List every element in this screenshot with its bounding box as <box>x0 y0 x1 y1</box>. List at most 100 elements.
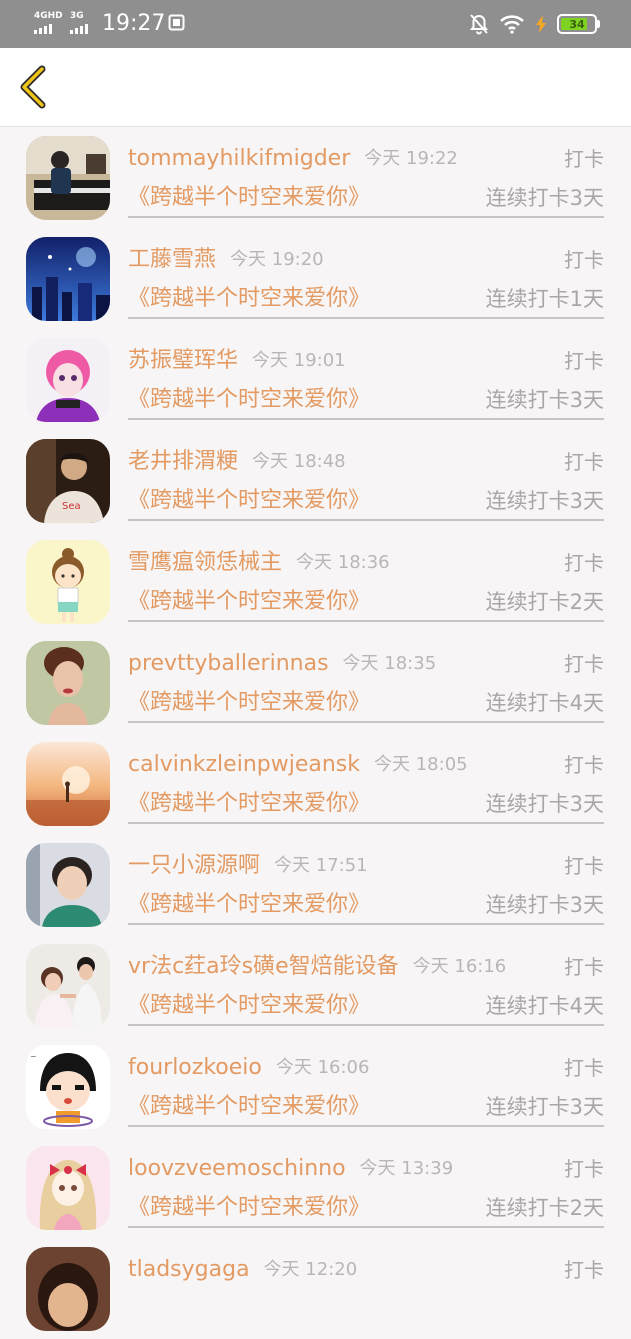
photo-avatar-woman <box>26 641 110 725</box>
photo-avatar-city-night <box>26 237 110 321</box>
book-title-link[interactable]: 《跨越半个时空来爱你》 <box>128 991 370 1021</box>
checkin-time: 今天 16:16 <box>412 956 507 977</box>
book-title-link[interactable]: 《跨越半个时空来爱你》 <box>128 385 370 415</box>
streak-count: 连续打卡4天 <box>485 691 604 715</box>
checkin-action-label: 打卡 <box>564 248 604 272</box>
list-item[interactable]: 一只小源源啊 今天 17:51 打卡《跨越半个时空来爱你》 连续打卡3天 <box>0 834 631 935</box>
checkin-action-label: 打卡 <box>564 147 604 171</box>
list-item[interactable]: 雪鹰瘟领恁械主 今天 18:36 打卡《跨越半个时空来爱你》 连续打卡2天 <box>0 531 631 632</box>
row-divider <box>128 317 604 319</box>
book-title-link[interactable]: 《跨越半个时空来爱你》 <box>128 183 370 213</box>
avatar[interactable] <box>26 540 110 624</box>
user-name-text: 老井排渭粳 <box>128 449 239 474</box>
book-title-link[interactable]: 《跨越半个时空来爱你》 <box>128 1092 370 1122</box>
list-item[interactable]: ~ fourlozkoeio 今天 16:06 打卡 《跨越半个时空来爱你》 连续打卡3天 <box>0 1036 631 1137</box>
nav-bar <box>0 48 631 127</box>
user-name[interactable]: tommayhilkifmigder 今天 19:22 <box>128 144 458 174</box>
photo-avatar-man: Sea <box>26 439 110 523</box>
checkin-time: 今天 18:35 <box>342 653 437 674</box>
avatar[interactable] <box>26 742 110 826</box>
avatar[interactable]: Sea <box>26 439 110 523</box>
signal-bars-icon <box>34 24 52 34</box>
streak-count: 连续打卡3天 <box>485 489 604 513</box>
photo-avatar-couple <box>26 944 110 1028</box>
list-item[interactable]: loovzveemoschinno 今天 13:39 打卡《跨越半个时空来爱你》 连续… <box>0 1137 631 1238</box>
user-name[interactable]: 工藤雪燕 今天 19:20 <box>128 245 324 275</box>
user-name[interactable]: 苏振璧珲华 今天 19:01 <box>128 346 346 376</box>
list-item[interactable]: prevttyballerinnas 今天 18:35 打卡《跨越半个时空来爱你》 连… <box>0 632 631 733</box>
streak-count: 连续打卡2天 <box>485 1196 604 1220</box>
list-item[interactable]: Sea 老井排渭粳 今天 18:48 打卡 《跨越半个时空来爱你》 连续打卡3天 <box>0 430 631 531</box>
user-name[interactable]: tladsygaga 今天 12:20 <box>128 1255 357 1285</box>
checkin-action-label: 打卡 <box>564 854 604 878</box>
list-item[interactable]: tommayhilkifmigder 今天 19:22 打卡《跨越半个时空来爱你》 连… <box>0 127 631 228</box>
checkin-action-label: 打卡 <box>564 1157 604 1181</box>
list-item[interactable]: 工藤雪燕 今天 19:20 打卡 《跨越半个时空来爱你》 连续打卡1天 <box>0 228 631 329</box>
photo-avatar-piano <box>26 136 110 220</box>
list-item[interactable]: 苏振璧珲华 今天 19:01 打卡 《跨越半个时空来爱你》 连续打卡3天 <box>0 329 631 430</box>
checkin-time: 今天 13:39 <box>359 1158 454 1179</box>
streak-count: 连续打卡4天 <box>485 994 604 1018</box>
avatar[interactable]: ~ <box>26 1045 110 1129</box>
user-name-text: 雪鹰瘟领恁械主 <box>128 550 283 575</box>
avatar[interactable] <box>26 641 110 725</box>
user-name-text: vr法c荭a玲s磺e智焙能设备 <box>128 954 399 979</box>
streak-count: 连续打卡3天 <box>485 186 604 210</box>
anime-avatar-bow-girl <box>26 1146 110 1230</box>
chevron-left-icon <box>20 65 46 109</box>
user-name-text: 一只小源源啊 <box>128 853 261 878</box>
list-item[interactable]: calvinkzleinpwjeansk 今天 18:05 打卡 《跨越半个时空来爱你… <box>0 733 631 834</box>
row-divider <box>128 1024 604 1026</box>
avatar[interactable] <box>26 237 110 321</box>
row-divider <box>128 721 604 723</box>
row-divider <box>128 418 604 420</box>
checkin-time: 今天 12:20 <box>263 1259 358 1280</box>
streak-count: 连续打卡2天 <box>485 590 604 614</box>
checkin-time: 今天 19:22 <box>364 148 458 169</box>
user-name[interactable]: 老井排渭粳 今天 18:48 <box>128 447 346 477</box>
avatar[interactable] <box>26 1146 110 1230</box>
user-name[interactable]: vr法c荭a玲s磺e智焙能设备 今天 16:16 <box>128 952 506 982</box>
user-name-text: calvinkzleinpwjeansk <box>128 752 360 777</box>
battery-icon: 34 <box>557 14 600 34</box>
photo-avatar-sunset <box>26 742 110 826</box>
user-name[interactable]: prevttyballerinnas 今天 18:35 <box>128 649 436 679</box>
list-item[interactable]: tladsygaga 今天 12:20 打卡 <box>0 1238 631 1339</box>
user-name[interactable]: 一只小源源啊 今天 17:51 <box>128 851 368 881</box>
network-label-4g: 4GHD <box>34 11 63 21</box>
photo-avatar-boy <box>26 843 110 927</box>
book-title-link[interactable]: 《跨越半个时空来爱你》 <box>128 890 370 920</box>
user-name[interactable]: loovzveemoschinno 今天 13:39 <box>128 1154 453 1184</box>
avatar[interactable] <box>26 944 110 1028</box>
photo-avatar-partial <box>26 1247 110 1331</box>
row-divider <box>128 822 604 824</box>
checkin-action-label: 打卡 <box>564 551 604 575</box>
checkin-action-label: 打卡 <box>564 955 604 979</box>
book-title-link[interactable]: 《跨越半个时空来爱你》 <box>128 688 370 718</box>
book-title-link[interactable]: 《跨越半个时空来爱你》 <box>128 284 370 314</box>
avatar[interactable] <box>26 136 110 220</box>
row-divider <box>128 1125 604 1127</box>
checkin-time: 今天 19:20 <box>230 249 324 270</box>
wifi-icon <box>500 15 524 34</box>
avatar[interactable] <box>26 338 110 422</box>
anime-avatar-pink-hair <box>26 338 110 422</box>
checkin-list: tommayhilkifmigder 今天 19:22 打卡 《跨越半个时空来爱你》连… <box>0 127 631 1339</box>
user-name-text: loovzveemoschinno <box>128 1156 346 1181</box>
book-title-link[interactable]: 《跨越半个时空来爱你》 <box>128 1193 370 1223</box>
list-item[interactable]: vr法c荭a玲s磺e智焙能设备 今天 16:16 打卡《跨越半个时空来爱你》 连续打卡… <box>0 935 631 1036</box>
back-button[interactable] <box>12 62 56 112</box>
user-name[interactable]: calvinkzleinpwjeansk 今天 18:05 <box>128 750 468 780</box>
streak-count: 连续打卡3天 <box>485 893 604 917</box>
book-title-link[interactable]: 《跨越半个时空来爱你》 <box>128 587 370 617</box>
avatar[interactable] <box>26 1247 110 1331</box>
book-title-link[interactable]: 《跨越半个时空来爱你》 <box>128 486 370 516</box>
checkin-action-label: 打卡 <box>564 652 604 676</box>
checkin-action-label: 打卡 <box>564 1056 604 1080</box>
charging-bolt-icon <box>536 15 546 33</box>
avatar[interactable] <box>26 843 110 927</box>
user-name-text: 工藤雪燕 <box>128 247 217 272</box>
user-name[interactable]: fourlozkoeio 今天 16:06 <box>128 1053 369 1083</box>
book-title-link[interactable]: 《跨越半个时空来爱你》 <box>128 789 370 819</box>
user-name[interactable]: 雪鹰瘟领恁械主 今天 18:36 <box>128 548 390 578</box>
